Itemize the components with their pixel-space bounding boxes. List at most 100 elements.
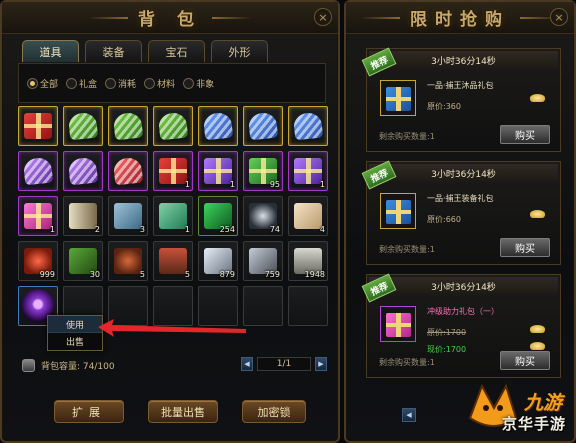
shop-title: 限时抢购 xyxy=(410,10,510,30)
inventory-slot[interactable] xyxy=(108,151,148,191)
horn-icon xyxy=(69,203,97,229)
filter-giftbox[interactable]: 礼盒 xyxy=(66,74,97,92)
inventory-slot[interactable]: 1 xyxy=(198,151,238,191)
expand-button[interactable]: 扩展 xyxy=(54,400,124,423)
inventory-slot[interactable]: 1 xyxy=(153,151,193,191)
deal-name: 一品·捕王沐品礼包 xyxy=(427,81,494,90)
gift-box-icon[interactable] xyxy=(380,80,416,116)
bag-titlebar[interactable]: 背 包 × xyxy=(2,2,338,34)
filter-all[interactable]: 全部 xyxy=(27,74,58,92)
prev-page-button[interactable]: ◀ xyxy=(241,357,253,371)
shop-close-button[interactable]: × xyxy=(550,8,568,26)
context-use-option[interactable]: 使用 xyxy=(48,316,102,333)
inventory-slot[interactable]: 1 xyxy=(288,151,328,191)
inventory-slot[interactable] xyxy=(288,106,328,146)
page-indicator: 1/1 xyxy=(257,357,311,371)
deal-card: 3小时36分14秒 推荐 一品·捕王沐品礼包 原价:360 剩余购买数量:1 购… xyxy=(361,47,561,152)
tab-gems[interactable]: 宝石 xyxy=(148,40,205,62)
green-heart-gift-icon xyxy=(157,111,189,141)
inventory-slot[interactable] xyxy=(18,151,58,191)
inventory-slot[interactable]: 2 xyxy=(63,196,103,236)
item-count: 95 xyxy=(269,180,280,189)
inventory-slot[interactable]: 1948 xyxy=(288,241,328,281)
green-heart-gift-icon xyxy=(67,111,99,141)
shop-titlebar[interactable]: 限时抢购 × xyxy=(346,2,574,34)
inventory-slot[interactable]: 95 xyxy=(243,151,283,191)
next-page-button[interactable]: ▶ xyxy=(315,357,327,371)
inventory-slot[interactable] xyxy=(198,106,238,146)
inventory-slot[interactable]: 999 xyxy=(18,241,58,281)
red-gift-box-icon xyxy=(159,158,187,184)
bulk-sell-button[interactable]: 批量出售 xyxy=(148,400,218,423)
filter-consumable[interactable]: 消耗 xyxy=(105,74,136,92)
title-ornament xyxy=(211,16,252,19)
item-count: 1 xyxy=(184,225,190,234)
title-ornament xyxy=(360,16,400,19)
inventory-slot[interactable]: 1 xyxy=(18,196,58,236)
deal-timer: 3小时36分14秒 xyxy=(369,164,558,182)
deal-name: 一品·捕王装备礼包 xyxy=(427,194,494,203)
pink-gift-box-icon xyxy=(24,203,52,229)
recommend-ribbon: 推荐 xyxy=(361,160,397,190)
deal-card: 3小时36分14秒 推荐 一品·捕王装备礼包 原价:660 剩余购买数量:1 购… xyxy=(361,160,561,265)
inventory-slot[interactable]: 879 xyxy=(198,241,238,281)
inventory-slot[interactable]: 4 xyxy=(288,196,328,236)
inventory-slot[interactable]: 3 xyxy=(108,196,148,236)
inventory-slot[interactable]: 5 xyxy=(108,241,148,281)
blue-tag-icon xyxy=(114,203,142,229)
item-count: 999 xyxy=(39,270,55,279)
buy-button[interactable]: 购买 xyxy=(500,351,550,370)
recommend-ribbon: 推荐 xyxy=(361,273,397,303)
gift-box-icon[interactable] xyxy=(380,193,416,229)
gold-ingot-icon xyxy=(530,94,545,102)
pink-gift-box-icon[interactable] xyxy=(380,306,416,342)
inventory-slot[interactable]: 5 xyxy=(153,241,193,281)
item-count: 4 xyxy=(319,225,325,234)
purple-gift-box-icon xyxy=(204,158,232,184)
inventory-slot[interactable] xyxy=(18,106,58,146)
buy-button[interactable]: 购买 xyxy=(500,125,550,144)
deal-original-price: 原价:1700 xyxy=(427,328,467,337)
buy-button[interactable]: 购买 xyxy=(500,238,550,257)
backpack-icon xyxy=(22,359,35,372)
tab-equipment[interactable]: 装备 xyxy=(85,40,142,62)
tab-props[interactable]: 道具 xyxy=(22,40,79,62)
capacity-text: 背包容量: 74/100 xyxy=(41,362,115,372)
item-count: 879 xyxy=(219,270,235,279)
tab-appearance[interactable]: 外形 xyxy=(211,40,268,62)
inventory-slot[interactable]: 74 xyxy=(243,196,283,236)
radio-icon xyxy=(144,77,156,89)
inventory-slot[interactable] xyxy=(108,106,148,146)
blue-heart-gift-icon xyxy=(247,111,279,141)
item-count: 759 xyxy=(264,270,280,279)
inventory-slot-empty[interactable] xyxy=(243,286,283,326)
inventory-slot[interactable] xyxy=(63,151,103,191)
filter-material[interactable]: 材料 xyxy=(144,74,175,92)
inventory-slot[interactable] xyxy=(153,106,193,146)
item-count: 1948 xyxy=(304,270,325,279)
bag-close-button[interactable]: × xyxy=(314,8,332,26)
radio-selected-icon xyxy=(27,77,38,89)
item-count: 5 xyxy=(139,270,145,279)
gold-ingot-icon xyxy=(530,325,545,333)
item-count: 254 xyxy=(219,225,235,234)
red-arrow-annotation xyxy=(98,319,246,337)
inventory-slot[interactable] xyxy=(63,106,103,146)
gold-ingot-icon xyxy=(530,210,545,218)
context-sell-option[interactable]: 出售 xyxy=(48,333,102,350)
radio-icon xyxy=(105,77,117,89)
inventory-slot[interactable]: 1 xyxy=(153,196,193,236)
inventory-slot[interactable]: 759 xyxy=(243,241,283,281)
lock-button[interactable]: 加密锁 xyxy=(242,400,306,423)
item-context-menu: 使用 出售 xyxy=(47,315,103,351)
shop-prev-button[interactable]: ◀ xyxy=(402,408,416,422)
fruit-icon xyxy=(114,248,142,274)
inventory-slot[interactable] xyxy=(243,106,283,146)
deal-remaining: 剩余购买数量:1 xyxy=(379,358,435,367)
filter-other[interactable]: 非象 xyxy=(183,74,214,92)
inventory-slot-empty[interactable] xyxy=(288,286,328,326)
gift-box-graphic xyxy=(386,200,411,224)
inventory-slot[interactable]: 30 xyxy=(63,241,103,281)
inventory-slot[interactable]: 254 xyxy=(198,196,238,236)
deal-timer: 3小时36分14秒 xyxy=(369,277,558,295)
